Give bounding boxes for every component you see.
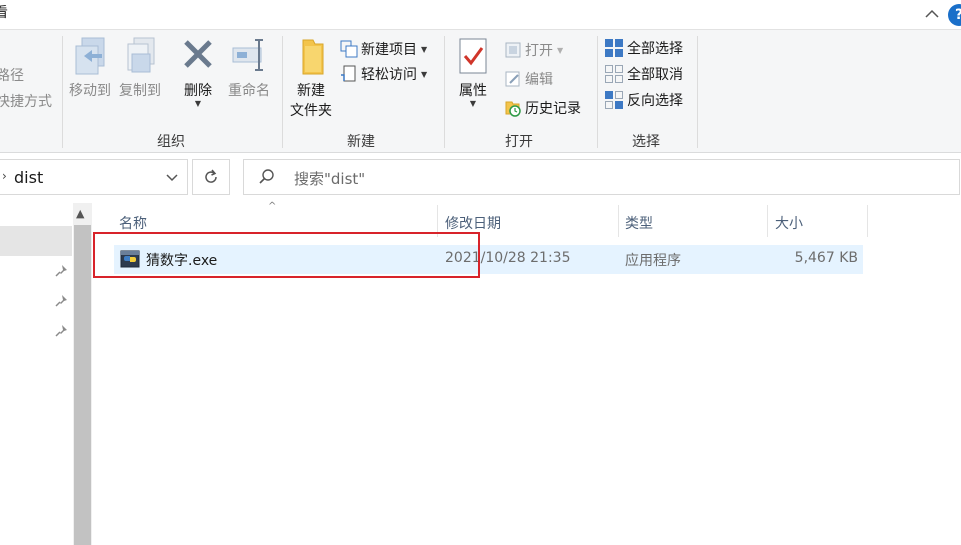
column-divider[interactable]	[867, 205, 868, 237]
search-icon	[259, 169, 274, 184]
history-icon	[505, 101, 521, 117]
refresh-icon	[205, 169, 217, 183]
rename-icon	[232, 39, 263, 71]
pin-icon[interactable]	[54, 264, 68, 278]
copy-to-button[interactable]: 复制到	[116, 36, 164, 100]
move-to-button[interactable]: 移动到	[66, 36, 114, 100]
properties-icon	[459, 38, 487, 74]
properties-button[interactable]: 属性 ▼	[452, 36, 494, 108]
search-input[interactable]: 搜索"dist"	[294, 168, 365, 189]
search-box[interactable]: 搜索"dist"	[243, 159, 960, 195]
select-none-icon	[605, 65, 623, 83]
address-row: › dist 搜索"dist"	[0, 153, 961, 203]
group-label-organize: 组织	[157, 134, 185, 150]
invert-selection-button[interactable]: 反向选择	[604, 89, 683, 111]
select-none-button[interactable]: 全部取消	[604, 63, 683, 85]
move-to-icon	[75, 37, 105, 75]
new-item-button[interactable]: 新建项目 ▼	[340, 38, 427, 60]
group-label-new: 新建	[347, 134, 375, 150]
divider	[62, 36, 63, 148]
invert-selection-icon	[605, 91, 623, 109]
highlight-annotation-box	[93, 232, 480, 278]
breadcrumb-chevron-icon[interactable]: ›	[2, 169, 7, 183]
delete-button[interactable]: 删除 ▼	[176, 36, 220, 108]
column-divider[interactable]	[767, 205, 768, 237]
breadcrumb-current[interactable]: dist	[14, 168, 43, 187]
dropdown-arrow-icon: ▼	[421, 44, 428, 54]
file-size: 5,467 KB	[794, 250, 858, 266]
group-label-select: 选择	[632, 134, 660, 150]
tab-view[interactable]: 看	[0, 2, 8, 22]
edit-icon	[505, 71, 520, 87]
scroll-up-icon[interactable]: ▲	[76, 207, 84, 220]
ribbon-tab-strip: 看 ?	[0, 0, 961, 29]
easy-access-icon	[341, 65, 356, 82]
open-icon	[505, 42, 521, 58]
divider	[282, 36, 283, 148]
delete-dropdown-icon[interactable]: ▼	[176, 100, 220, 108]
select-all-button[interactable]: 全部选择	[604, 37, 683, 59]
copy-to-icon	[127, 37, 155, 73]
edit-button[interactable]: 编辑	[504, 68, 553, 90]
column-header-type[interactable]: 类型	[625, 213, 653, 235]
sort-ascending-icon: ^	[268, 201, 277, 212]
divider	[597, 36, 598, 148]
file-type: 应用程序	[625, 253, 681, 269]
paste-shortcut-button[interactable]: 快捷方式	[0, 91, 52, 111]
easy-access-button[interactable]: 轻松访问 ▼	[340, 63, 427, 85]
pin-icon[interactable]	[54, 324, 68, 338]
nav-pane-scrollbar[interactable]: ▲	[73, 203, 92, 545]
nav-item-selected[interactable]	[0, 226, 72, 256]
pin-icon[interactable]	[54, 294, 68, 308]
copy-path-button[interactable]: 路径	[0, 65, 24, 85]
column-header-size[interactable]: 大小	[775, 213, 803, 235]
group-label-open: 打开	[505, 134, 533, 150]
navigation-pane	[0, 203, 74, 545]
divider	[697, 36, 698, 148]
address-history-dropdown-icon[interactable]	[165, 170, 179, 184]
divider	[444, 36, 445, 148]
ribbon: 路径 快捷方式 移动到 复制到 删除 ▼ 重命名 组织 新建 文件夹 新建项目 …	[0, 29, 961, 153]
help-icon[interactable]: ?	[948, 4, 961, 26]
dropdown-arrow-icon: ▼	[421, 69, 428, 79]
select-all-icon	[605, 39, 623, 57]
refresh-button[interactable]	[192, 159, 230, 195]
open-button[interactable]: 打开 ▼	[504, 39, 563, 61]
history-button[interactable]: 历史记录	[504, 97, 581, 119]
properties-dropdown-icon[interactable]: ▼	[452, 100, 494, 108]
new-item-icon	[340, 40, 358, 58]
collapse-ribbon-icon[interactable]	[922, 4, 942, 24]
rename-button[interactable]: 重命名	[224, 36, 274, 100]
new-folder-button[interactable]: 新建 文件夹	[286, 36, 336, 120]
column-divider[interactable]	[618, 205, 619, 237]
address-bar[interactable]: › dist	[0, 159, 188, 195]
delete-icon	[184, 40, 212, 68]
scrollbar-thumb[interactable]	[74, 225, 91, 545]
dropdown-arrow-icon: ▼	[557, 45, 564, 55]
new-folder-icon	[302, 39, 324, 75]
